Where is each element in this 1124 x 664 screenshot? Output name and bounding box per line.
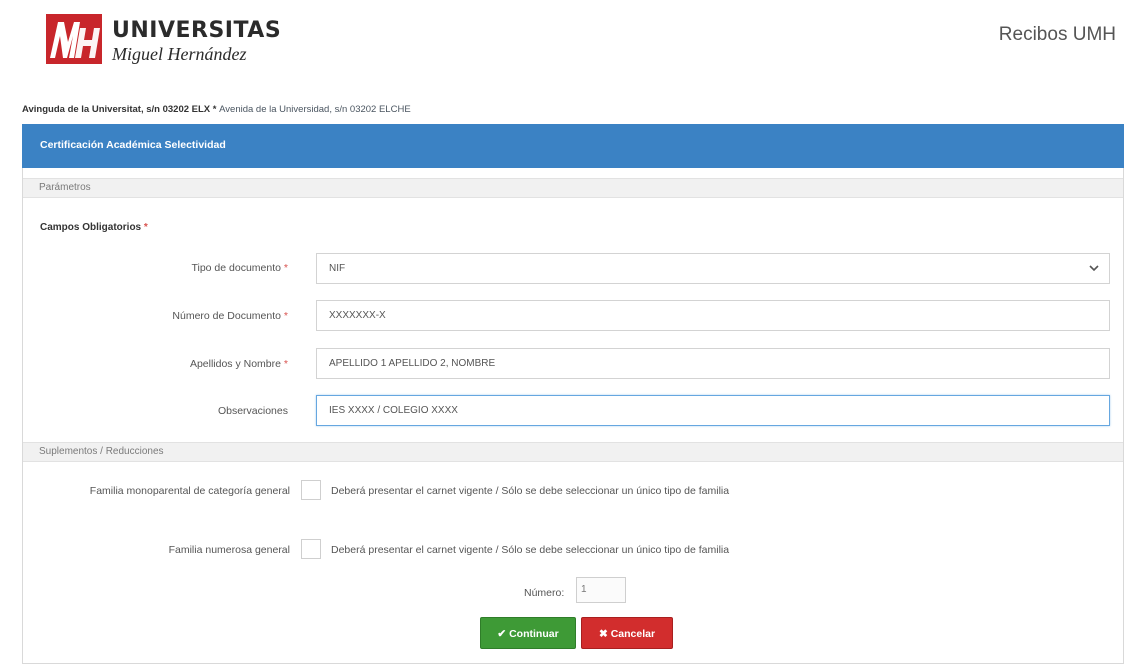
umh-logo-mark: [46, 14, 102, 64]
label-familia-numerosa: Familia numerosa general: [168, 544, 290, 556]
continuar-label: Continuar: [509, 628, 559, 640]
apellidos-nombre-input[interactable]: APELLIDO 1 APELLIDO 2, NOMBRE: [316, 348, 1110, 379]
app-title: Recibos UMH: [998, 24, 1116, 45]
familia-numerosa-checkbox[interactable]: [301, 539, 321, 559]
familia-monoparental-checkbox[interactable]: [301, 480, 321, 500]
tipo-documento-select[interactable]: NIF: [316, 253, 1110, 284]
label-numero: Número:: [524, 587, 565, 599]
chevron-down-icon: [1089, 254, 1099, 294]
required-fields-title: Campos Obligatorios *: [40, 222, 148, 233]
section-parametros-label: Parámetros: [39, 182, 91, 193]
address-valencian: Avinguda de la Universitat, s/n 03202 EL…: [22, 104, 211, 115]
familia-monoparental-note: Deberá presentar el carnet vigente / Sól…: [331, 485, 730, 497]
logo-universitas-text: UNIVERSITAS: [112, 18, 282, 43]
section-parametros: Parámetros: [23, 178, 1123, 198]
numero-input[interactable]: 1: [576, 577, 626, 603]
numero-documento-input[interactable]: XXXXXXX-X: [316, 300, 1110, 331]
numero-documento-value: XXXXXXX-X: [329, 310, 386, 321]
logo-miguel-hernandez-text: Miguel Hernández: [112, 44, 247, 64]
label-familia-monoparental: Familia monoparental de categoría genera…: [89, 485, 290, 497]
section-suplementos-label: Suplementos / Reducciones: [39, 446, 164, 457]
label-apellidos-nombre: Apellidos y Nombre *: [189, 358, 288, 370]
panel-header: Certificación Académica Selectividad: [22, 124, 1124, 168]
apellidos-nombre-value: APELLIDO 1 APELLIDO 2, NOMBRE: [329, 358, 496, 369]
observaciones-value: IES XXXX / COLEGIO XXXX: [329, 405, 458, 416]
label-tipo-documento: Tipo de documento *: [191, 262, 288, 274]
required-star: *: [143, 222, 148, 233]
address-separator: *: [210, 104, 220, 115]
check-icon: ✔: [497, 628, 507, 640]
panel-title: Certificación Académica Selectividad: [40, 139, 226, 151]
continuar-button[interactable]: ✔ Continuar: [480, 617, 576, 649]
tipo-documento-value: NIF: [329, 263, 346, 274]
close-icon: ✖: [598, 628, 608, 640]
section-suplementos: Suplementos / Reducciones: [23, 442, 1123, 462]
label-numero-documento: Número de Documento *: [172, 310, 288, 322]
address-spanish: Avenida de la Universidad, s/n 03202 ELC…: [219, 104, 411, 115]
familia-numerosa-note: Deberá presentar el carnet vigente / Sól…: [331, 544, 730, 556]
label-observaciones: Observaciones: [217, 405, 288, 417]
observaciones-input[interactable]: IES XXXX / COLEGIO XXXX: [316, 395, 1110, 426]
address-line: Avinguda de la Universitat, s/n 03202 EL…: [22, 104, 411, 115]
form-panel: [22, 124, 1124, 664]
cancelar-button[interactable]: ✖ Cancelar: [581, 617, 673, 649]
cancelar-label: Cancelar: [610, 628, 656, 640]
